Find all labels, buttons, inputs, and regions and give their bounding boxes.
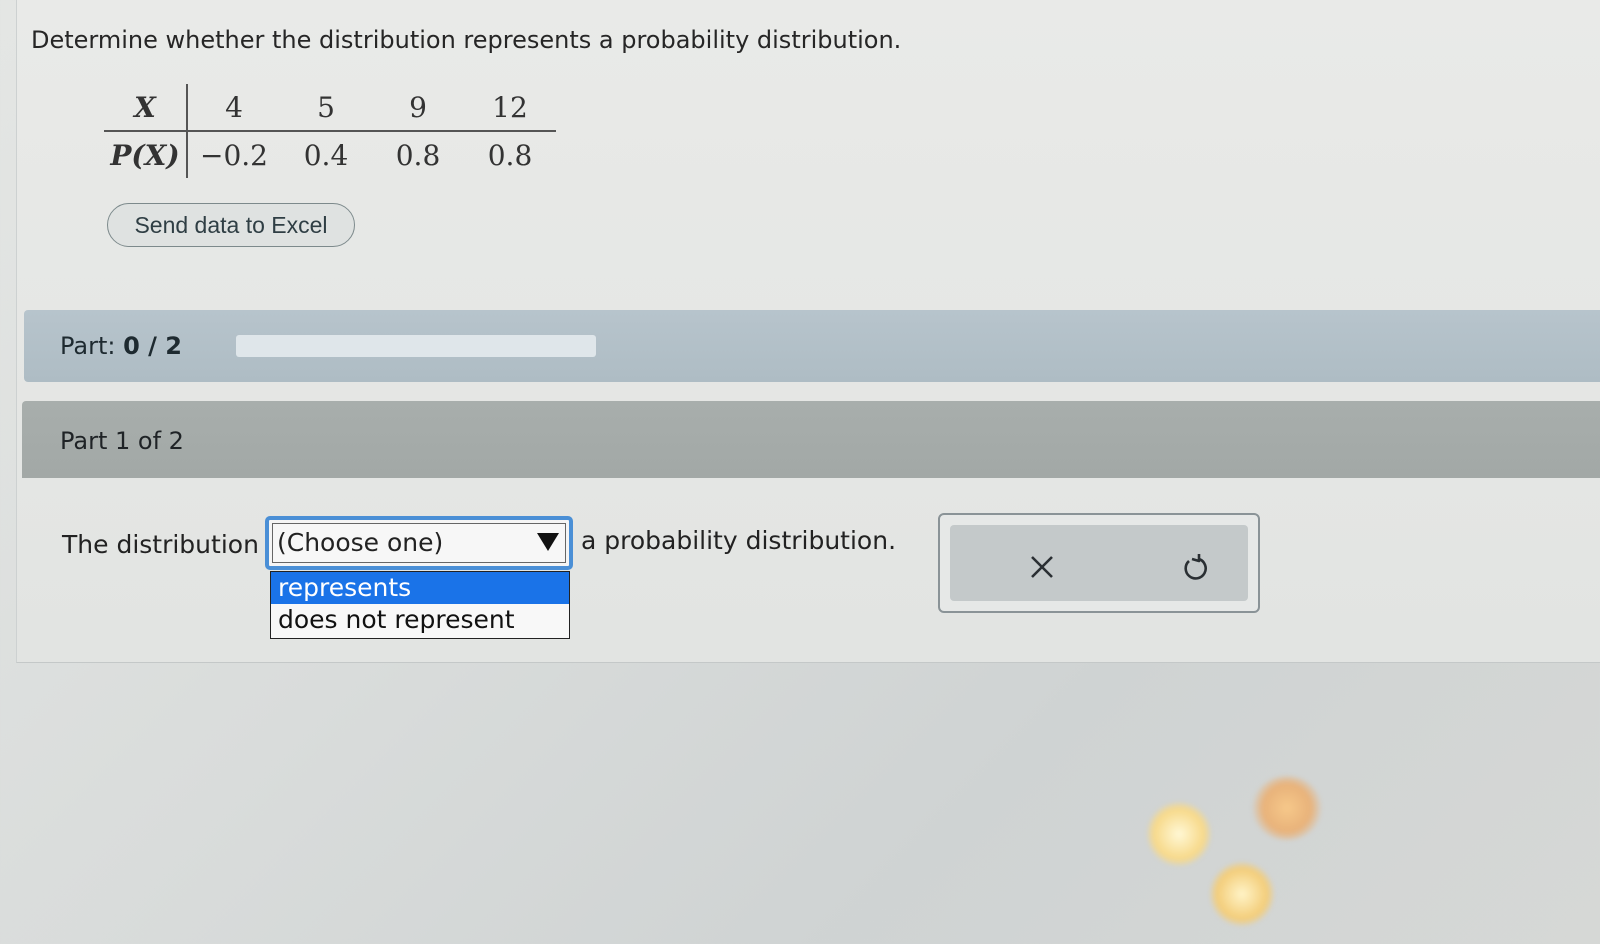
action-box [938, 513, 1260, 613]
table-cell-px: 0.8 [395, 138, 441, 172]
part-progress-value: 0 / 2 [123, 332, 182, 360]
table-cell-x: 5 [280, 84, 372, 132]
choose-one-select[interactable]: (Choose one) [265, 516, 573, 570]
option-does-not-represent[interactable]: does not represent [271, 604, 569, 636]
send-to-excel-button[interactable]: Send data to Excel [107, 203, 355, 247]
light-reflection [1147, 802, 1211, 866]
table-cell-px: 0.4 [303, 138, 349, 172]
part-progress-prefix: Part: [60, 332, 124, 360]
select-value: (Choose one) [277, 528, 444, 557]
option-represents[interactable]: represents [271, 572, 569, 604]
answer-prefix: The distribution [62, 530, 259, 559]
light-reflection [1252, 776, 1322, 840]
undo-icon [1184, 554, 1207, 580]
triangle-down-icon [537, 533, 559, 551]
light-reflection [1210, 862, 1274, 926]
table-row-px: P(X) −0.2 0.4 0.8 0.8 [104, 131, 556, 178]
answer-suffix: a probability distribution. [581, 526, 897, 555]
table-cell-px: 0.8 [487, 138, 533, 172]
table-cell-x: 4 [187, 84, 280, 132]
probability-table: X 4 5 9 12 P(X) −0.2 0.4 0.8 0.8 [104, 84, 556, 178]
part-progress-bar: Part: 0 / 2 [24, 310, 1600, 382]
select-dropdown: represents does not represent [270, 571, 570, 639]
table-header-x: X [104, 84, 188, 132]
part-header: Part 1 of 2 [22, 401, 1600, 478]
part-label: Part 1 of 2 [60, 427, 184, 455]
clear-button[interactable] [1020, 545, 1064, 589]
table-cell-x: 12 [464, 84, 556, 132]
table-header-px: P(X) [104, 131, 188, 178]
action-panel [950, 525, 1248, 601]
progress-track [236, 335, 596, 357]
question-text: Determine whether the distribution repre… [31, 26, 902, 54]
undo-button[interactable] [1172, 545, 1216, 589]
close-icon [1031, 556, 1053, 578]
table-cell-px: −0.2 [200, 138, 268, 172]
part-progress-label: Part: 0 / 2 [60, 332, 182, 360]
table-row-x: X 4 5 9 12 [104, 84, 556, 132]
table-cell-x: 9 [372, 84, 464, 132]
